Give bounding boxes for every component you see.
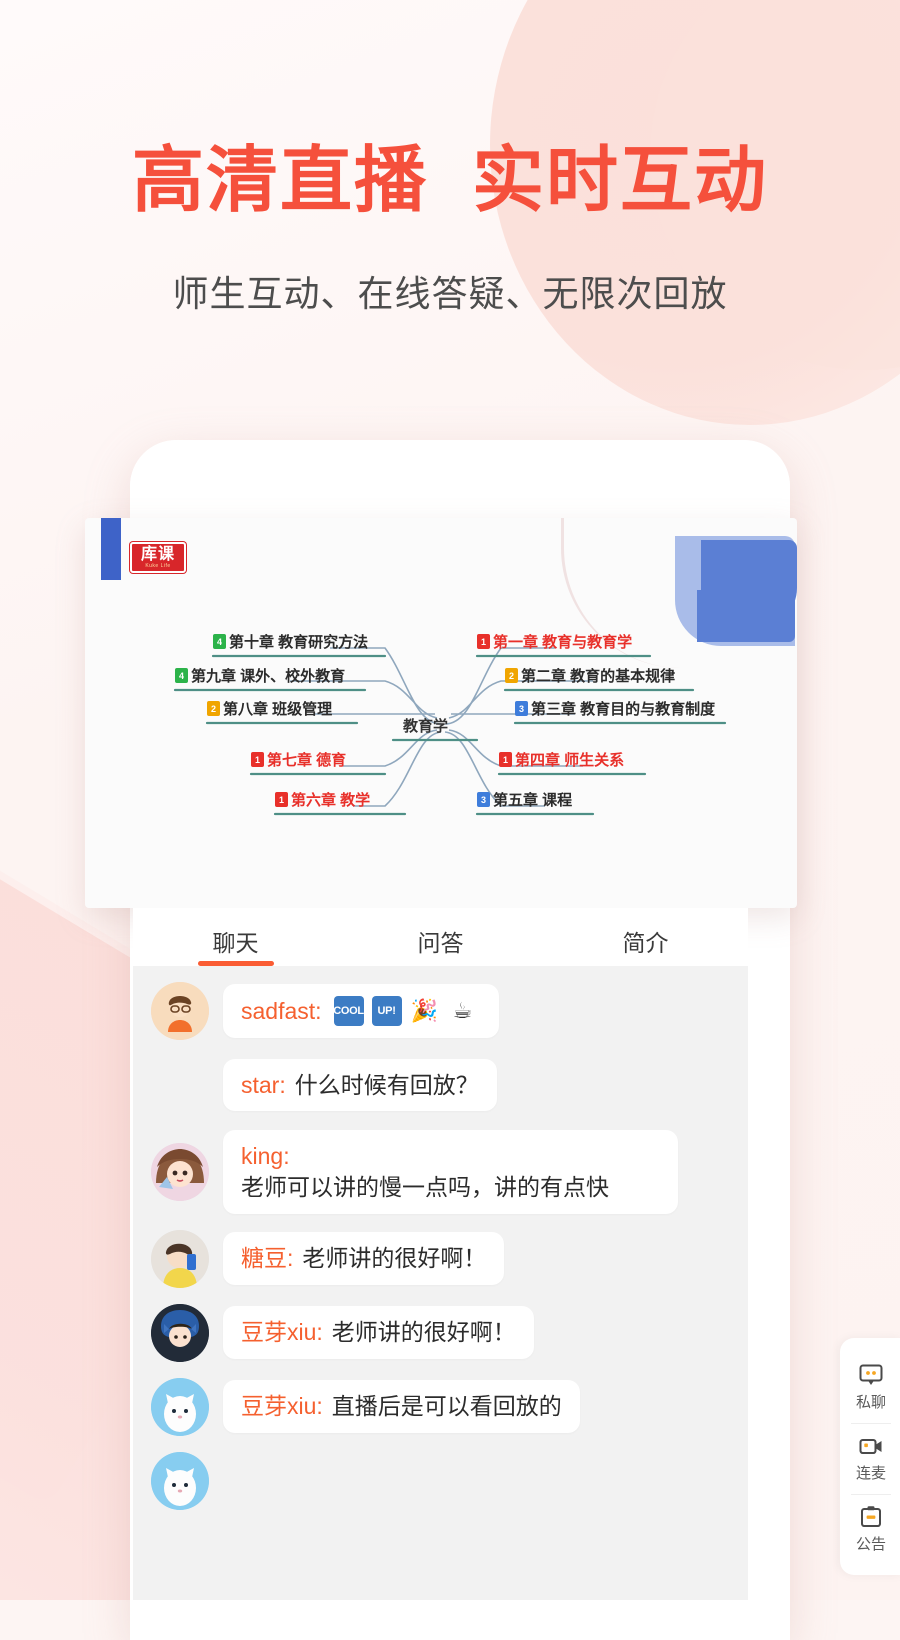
chat-message: king: 老师可以讲的慢一点吗，讲的有点快 — [133, 1130, 748, 1214]
chat-message-list[interactable]: sadfast: COOL UP! 🎉 ☕ star: 什么时候有回放？ king: 老师可以讲… — [133, 966, 748, 1600]
tab-qa[interactable]: 问答 — [338, 924, 543, 966]
hero-section: 高清直播 实时互动 师生互动、在线答疑、无限次回放 — [0, 140, 900, 317]
avatar-white-cat — [151, 1377, 209, 1436]
avatar-boy-glasses — [151, 982, 209, 1040]
mind-map-node: 2 第二章 教育的基本规律 — [505, 665, 675, 686]
mind-map-node-badge: 1 — [275, 792, 288, 807]
tab-bar: 聊天 问答 简介 — [133, 908, 748, 966]
clipboard-icon — [861, 1506, 881, 1527]
mind-map-node-label: 第二章 教育的基本规律 — [521, 668, 676, 685]
mind-map-node: 3 第三章 教育目的与教育制度 — [515, 698, 715, 719]
mind-map-node: 3 第五章 课程 — [477, 789, 572, 810]
mind-map-node-badge: 1 — [499, 752, 512, 767]
mind-map-node: 1 第四章 师生关系 — [499, 749, 624, 770]
avatar-white-cat — [151, 1451, 209, 1510]
live-tool-rail: 私聊 连麦 公告 — [840, 1338, 900, 1575]
tab-qa-label: 问答 — [417, 930, 464, 956]
mind-map-node: 1 第一章 教育与教育学 — [477, 631, 632, 652]
chat-emoji: UP! — [371, 996, 402, 1026]
chat-username: 糖豆: — [241, 1245, 294, 1272]
mind-map: 教育学 4 第十章 教育研究方法 4 第九章 课外、校外教育 2 第八章 班级管理 1 第七章… — [85, 518, 797, 908]
mind-map-node-label: 第十章 教育研究方法 — [229, 634, 369, 651]
chat-text: 老师讲的很好啊！ — [331, 1319, 516, 1346]
rail-item-private-chat-label: 私聊 — [855, 1394, 886, 1411]
chat-message: sadfast: COOL UP! 🎉 ☕ — [133, 982, 748, 1040]
chat-emoji: 🎉 — [410, 998, 439, 1023]
mind-map-node-badge: 2 — [505, 668, 518, 683]
chat-username: star: — [241, 1071, 286, 1098]
page-title: 高清直播 实时互动 — [131, 141, 768, 221]
chat-bubble: 豆芽xiu: 老师讲的很好啊！ — [223, 1306, 534, 1359]
rail-item-announcement-label: 公告 — [855, 1536, 886, 1553]
chat-message — [133, 1451, 748, 1510]
chat-bubble: star: 什么时候有回放？ — [223, 1058, 497, 1112]
video-camera-icon — [859, 1439, 882, 1454]
chat-message: 豆芽xiu: 直播后是可以看回放的 — [133, 1377, 748, 1436]
tab-chat[interactable]: 聊天 — [133, 924, 338, 966]
chat-emoji: ☕ — [452, 998, 473, 1023]
mind-map-node: 1 第七章 德育 — [251, 749, 346, 770]
mind-map-node-label: 第九章 课外、校外教育 — [191, 668, 346, 685]
chat-text: 直播后是可以看回放的 — [331, 1393, 562, 1420]
chat-text: 老师可以讲的慢一点吗，讲的有点快 — [241, 1173, 609, 1200]
chat-emoji: COOL — [333, 996, 364, 1026]
mind-map-node-label: 第七章 德育 — [267, 752, 347, 769]
chat-username: 豆芽xiu: — [241, 1319, 323, 1346]
mind-map-node-badge: 3 — [477, 792, 490, 807]
mind-map-node: 2 第八章 班级管理 — [207, 698, 332, 719]
chat-message: 糖豆: 老师讲的很好啊！ — [133, 1229, 748, 1288]
chat-message: 豆芽xiu: 老师讲的很好啊！ — [133, 1303, 748, 1362]
chat-bubble-icon — [859, 1364, 883, 1385]
chat-bubble: 豆芽xiu: 直播后是可以看回放的 — [223, 1380, 580, 1433]
avatar-anime-girl — [151, 1142, 209, 1201]
tab-intro[interactable]: 简介 — [543, 924, 748, 966]
chat-bubble: 糖豆: 老师讲的很好啊！ — [223, 1232, 505, 1285]
mind-map-node: 1 第六章 教学 — [275, 789, 370, 810]
tab-intro-label: 简介 — [622, 930, 669, 956]
rail-item-private-chat[interactable]: 私聊 — [840, 1352, 900, 1423]
mind-map-node-label: 第六章 教学 — [291, 792, 371, 809]
chat-username: sadfast: — [241, 997, 322, 1024]
chat-message: star: 什么时候有回放？ — [133, 1056, 748, 1114]
mind-map-node-badge: 3 — [515, 701, 528, 716]
mind-map-node-label: 第一章 教育与教育学 — [493, 634, 633, 651]
tab-chat-label: 聊天 — [212, 930, 259, 956]
mind-map-node-label: 第四章 师生关系 — [515, 752, 625, 769]
chat-username: 豆芽xiu: — [241, 1393, 323, 1420]
rail-item-connect-mic-label: 连麦 — [855, 1465, 886, 1482]
mind-map-node-badge: 4 — [213, 634, 226, 649]
chat-text: 什么时候有回放？ — [294, 1071, 479, 1098]
mind-map-node-label: 第五章 课程 — [493, 792, 573, 809]
avatar-girl-phone — [151, 1229, 209, 1288]
mind-map-node-label: 第八章 班级管理 — [223, 701, 333, 718]
mind-map-node-badge: 2 — [207, 701, 220, 716]
chat-text: 老师讲的很好啊！ — [302, 1245, 487, 1272]
chat-bubble: king: 老师可以讲的慢一点吗，讲的有点快 — [223, 1130, 678, 1214]
mind-map-node-badge: 1 — [477, 634, 490, 649]
chat-username: king: — [241, 1143, 290, 1169]
rail-item-connect-mic[interactable]: 连麦 — [840, 1423, 900, 1494]
avatar-girl-scarf — [151, 1303, 209, 1362]
rail-item-announcement[interactable]: 公告 — [840, 1494, 900, 1565]
mind-map-node: 4 第九章 课外、校外教育 — [175, 665, 345, 686]
mind-map-node: 4 第十章 教育研究方法 — [213, 631, 368, 652]
mind-map-node-label: 第三章 教育目的与教育制度 — [531, 701, 716, 718]
chat-bubble: sadfast: COOL UP! 🎉 ☕ — [223, 984, 499, 1038]
mind-map-node-badge: 4 — [175, 668, 188, 683]
lecture-slide: 库课 Kuke Life 教育学 4 第十章 教育研究方法 4 第九章 课外、校… — [85, 518, 797, 908]
page-subtitle: 师生互动、在线答疑、无限次回放 — [172, 272, 728, 314]
mind-map-center-node: 教育学 — [403, 718, 449, 735]
mind-map-node-badge: 1 — [251, 752, 264, 767]
